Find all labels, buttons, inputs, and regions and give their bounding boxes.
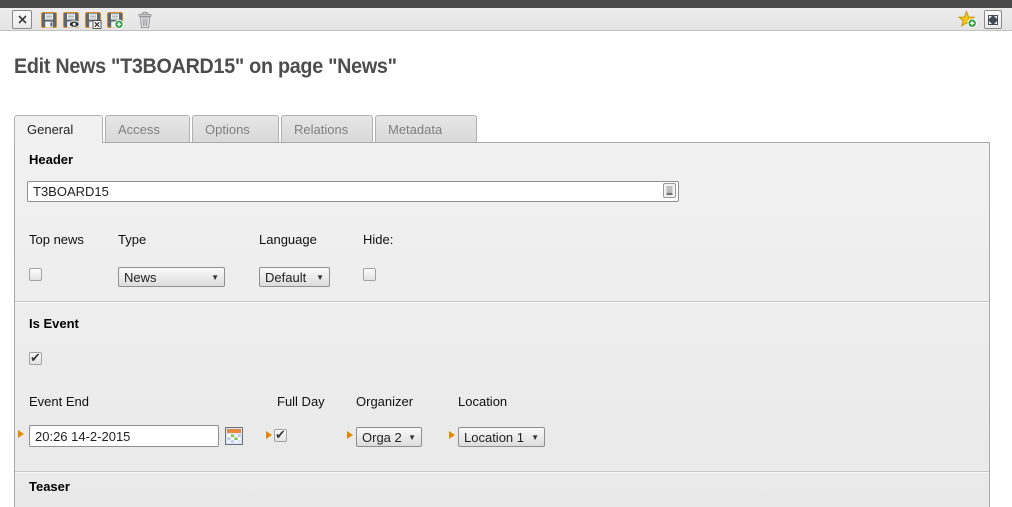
- close-button[interactable]: [12, 10, 32, 29]
- trash-icon: [137, 11, 153, 29]
- header-field-label: Header: [29, 152, 73, 167]
- save-button[interactable]: [40, 10, 58, 29]
- section-divider: [15, 471, 989, 473]
- page-title: Edit News "T3BOARD15" on page "News": [14, 55, 397, 79]
- save-new-button[interactable]: [106, 10, 124, 29]
- field-control-icon[interactable]: [663, 183, 676, 198]
- type-select-value: News: [124, 270, 157, 285]
- save-view-icon: [62, 11, 80, 29]
- datepicker-button[interactable]: [225, 427, 243, 445]
- header-input[interactable]: [27, 181, 679, 202]
- save-icon: [40, 11, 58, 29]
- close-icon: [18, 15, 27, 24]
- teaser-label: Teaser: [29, 479, 70, 494]
- change-marker-icon: [449, 431, 455, 439]
- full-day-label: Full Day: [277, 394, 325, 409]
- language-select[interactable]: Default ▼: [259, 267, 330, 287]
- form-panel-general: Header Top news Type Language Hide: News…: [14, 142, 990, 507]
- is-event-checkbox[interactable]: [29, 352, 42, 365]
- event-end-input[interactable]: [29, 425, 219, 447]
- change-marker-icon: [18, 430, 24, 438]
- save-close-button[interactable]: [84, 10, 102, 29]
- section-divider: [15, 301, 989, 303]
- save-close-icon: [84, 11, 102, 29]
- tab-general[interactable]: General: [14, 115, 103, 143]
- delete-button[interactable]: [136, 10, 154, 29]
- language-select-value: Default: [265, 270, 306, 285]
- location-label: Location: [458, 394, 507, 409]
- top-window-strip: [0, 0, 1012, 8]
- tab-access[interactable]: Access: [105, 115, 190, 142]
- header-input-wrap: [27, 181, 679, 202]
- tab-strip: General Access Options Relations Metadat…: [14, 115, 479, 143]
- organizer-select[interactable]: Orga 2 ▼: [356, 427, 422, 447]
- event-end-label: Event End: [29, 394, 89, 409]
- organizer-label: Organizer: [356, 394, 413, 409]
- organizer-select-value: Orga 2: [362, 430, 402, 445]
- change-marker-icon: [266, 431, 272, 439]
- tab-options[interactable]: Options: [192, 115, 279, 142]
- type-select[interactable]: News ▼: [118, 267, 225, 287]
- typo3-edit-document: Edit News "T3BOARD15" on page "News" Gen…: [0, 0, 1012, 507]
- tab-relations[interactable]: Relations: [281, 115, 373, 142]
- chevron-down-icon: ▼: [408, 433, 416, 442]
- language-label: Language: [259, 232, 317, 247]
- chevron-down-icon: ▼: [211, 273, 219, 282]
- location-select[interactable]: Location 1 ▼: [458, 427, 545, 447]
- is-event-label: Is Event: [29, 316, 79, 331]
- top-news-label: Top news: [29, 232, 84, 247]
- type-label: Type: [118, 232, 146, 247]
- change-marker-icon: [347, 431, 353, 439]
- hide-label: Hide:: [363, 232, 393, 247]
- fullscreen-icon: [987, 14, 999, 26]
- full-day-checkbox[interactable]: [274, 429, 287, 442]
- save-view-button[interactable]: [62, 10, 80, 29]
- tab-metadata[interactable]: Metadata: [375, 115, 477, 142]
- shortcut-star-icon: [958, 10, 978, 29]
- hide-checkbox[interactable]: [363, 268, 376, 281]
- fullscreen-button[interactable]: [984, 10, 1002, 29]
- add-shortcut-button[interactable]: [958, 10, 978, 29]
- save-new-icon: [106, 11, 124, 29]
- docheader-toolbar: [0, 8, 1012, 31]
- top-news-checkbox[interactable]: [29, 268, 42, 281]
- calendar-icon: [225, 427, 243, 445]
- location-select-value: Location 1: [464, 430, 524, 445]
- chevron-down-icon: ▼: [531, 433, 539, 442]
- chevron-down-icon: ▼: [316, 273, 324, 282]
